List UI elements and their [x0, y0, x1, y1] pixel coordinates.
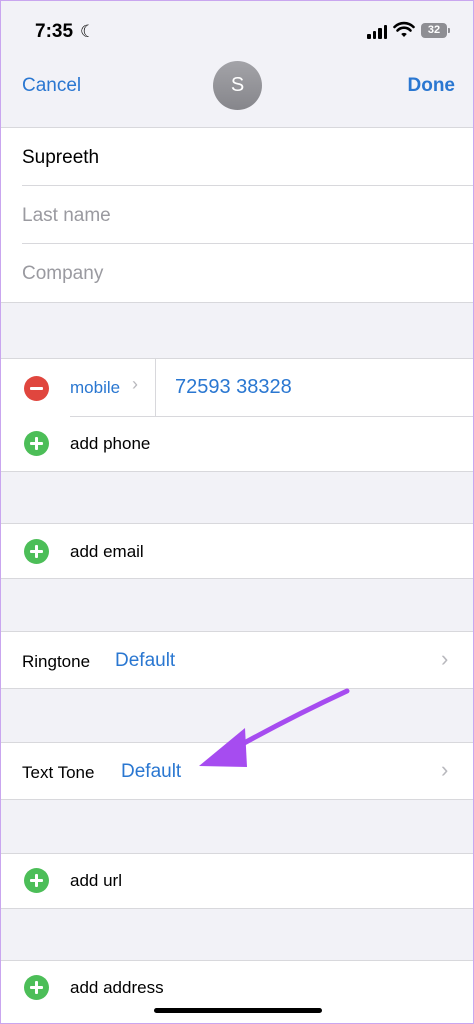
- add-address-icon[interactable]: [24, 975, 49, 1000]
- company-field[interactable]: Company: [22, 263, 103, 285]
- add-url-icon[interactable]: [24, 868, 49, 893]
- ringtone-row[interactable]: Ringtone Default ›: [1, 632, 473, 688]
- wifi-icon: [393, 21, 415, 37]
- add-phone-icon[interactable]: [24, 431, 49, 456]
- phone-number-field[interactable]: 72593 38328: [175, 376, 292, 399]
- first-name-field[interactable]: Supreeth: [22, 147, 99, 169]
- phone-row: mobile › 72593 38328: [1, 359, 473, 417]
- chevron-right-icon: ›: [132, 374, 138, 394]
- add-email-label: add email: [70, 542, 144, 561]
- name-group: Supreeth Last name Company: [1, 127, 473, 303]
- add-phone-row[interactable]: add phone: [1, 417, 473, 471]
- edit-contact-screen: 7:35 ☾ 32 Cancel S Done Supreeth Last na…: [0, 0, 474, 1024]
- moon-icon: ☾: [80, 22, 96, 41]
- add-url-label: add url: [70, 871, 122, 890]
- add-phone-label: add phone: [70, 434, 151, 453]
- add-address-row[interactable]: add address: [1, 961, 473, 1023]
- address-group: add address: [1, 960, 473, 1023]
- text-tone-row[interactable]: Text Tone Default ›: [1, 743, 473, 799]
- done-button[interactable]: Done: [408, 75, 456, 97]
- delete-phone-icon[interactable]: [24, 376, 49, 401]
- status-bar: 7:35 ☾ 32: [1, 1, 473, 61]
- company-row[interactable]: Company: [1, 244, 473, 302]
- chevron-right-icon: ›: [441, 646, 449, 671]
- email-group: add email: [1, 523, 473, 579]
- ringtone-group: Ringtone Default ›: [1, 631, 473, 689]
- first-name-row[interactable]: Supreeth: [1, 128, 473, 186]
- add-email-icon[interactable]: [24, 539, 49, 564]
- navigation-bar: Cancel S Done: [1, 61, 473, 127]
- phone-label-button[interactable]: mobile: [70, 378, 120, 398]
- cellular-signal-icon: [367, 25, 387, 39]
- ringtone-value: Default: [115, 650, 176, 671]
- status-time: 7:35: [35, 21, 74, 42]
- chevron-right-icon: ›: [441, 757, 449, 782]
- text-tone-value: Default: [121, 761, 182, 782]
- add-address-label: add address: [70, 978, 164, 997]
- last-name-row[interactable]: Last name: [1, 186, 473, 244]
- text-tone-label: Text Tone: [22, 763, 95, 782]
- battery-icon: 32: [421, 23, 450, 38]
- url-group: add url: [1, 853, 473, 909]
- last-name-field[interactable]: Last name: [22, 205, 111, 227]
- add-url-row[interactable]: add url: [1, 854, 473, 908]
- text-tone-group: Text Tone Default ›: [1, 742, 473, 800]
- cancel-button[interactable]: Cancel: [22, 75, 81, 97]
- add-email-row[interactable]: add email: [1, 524, 473, 578]
- ringtone-label: Ringtone: [22, 652, 91, 671]
- avatar[interactable]: S: [213, 61, 262, 110]
- home-indicator: [154, 1008, 322, 1013]
- phone-group: mobile › 72593 38328 add phone: [1, 358, 473, 472]
